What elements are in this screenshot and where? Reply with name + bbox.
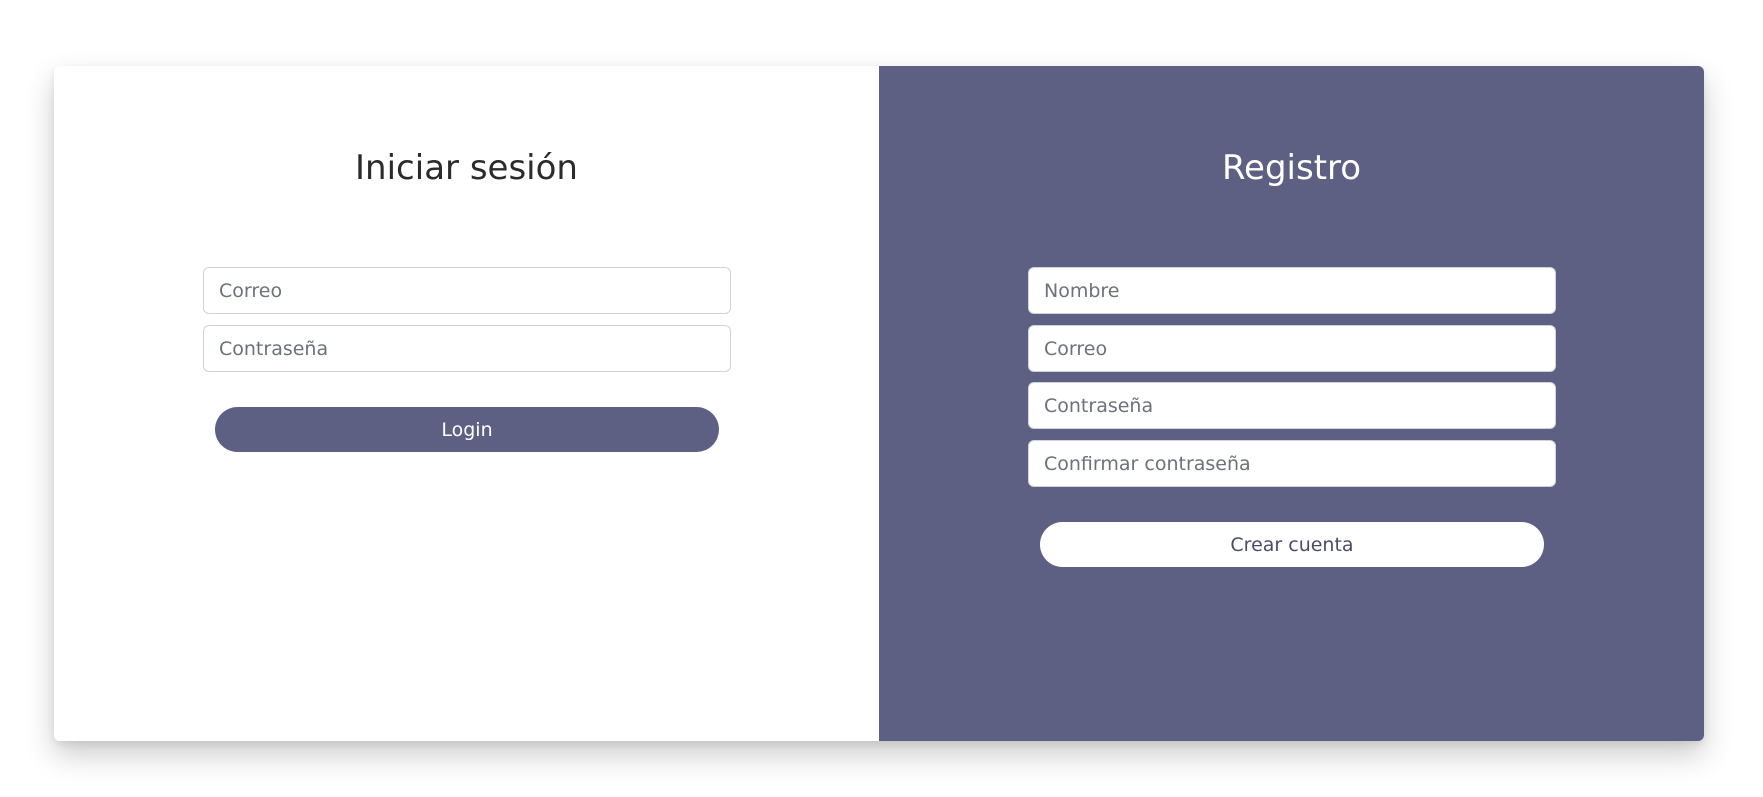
register-email-input[interactable] — [1028, 325, 1556, 372]
register-name-input[interactable] — [1028, 267, 1556, 314]
login-button[interactable]: Login — [215, 407, 719, 452]
login-email-input[interactable] — [203, 267, 731, 314]
register-confirm-password-input[interactable] — [1028, 440, 1556, 487]
auth-card: Iniciar sesión Login Registro Crear cuen… — [54, 66, 1704, 741]
register-password-input[interactable] — [1028, 382, 1556, 429]
login-panel: Iniciar sesión Login — [54, 66, 879, 741]
register-title: Registro — [1221, 148, 1362, 188]
create-account-button[interactable]: Crear cuenta — [1040, 522, 1544, 567]
login-title: Iniciar sesión — [355, 148, 578, 188]
login-password-input[interactable] — [203, 325, 731, 372]
register-panel: Registro Crear cuenta — [879, 66, 1704, 741]
